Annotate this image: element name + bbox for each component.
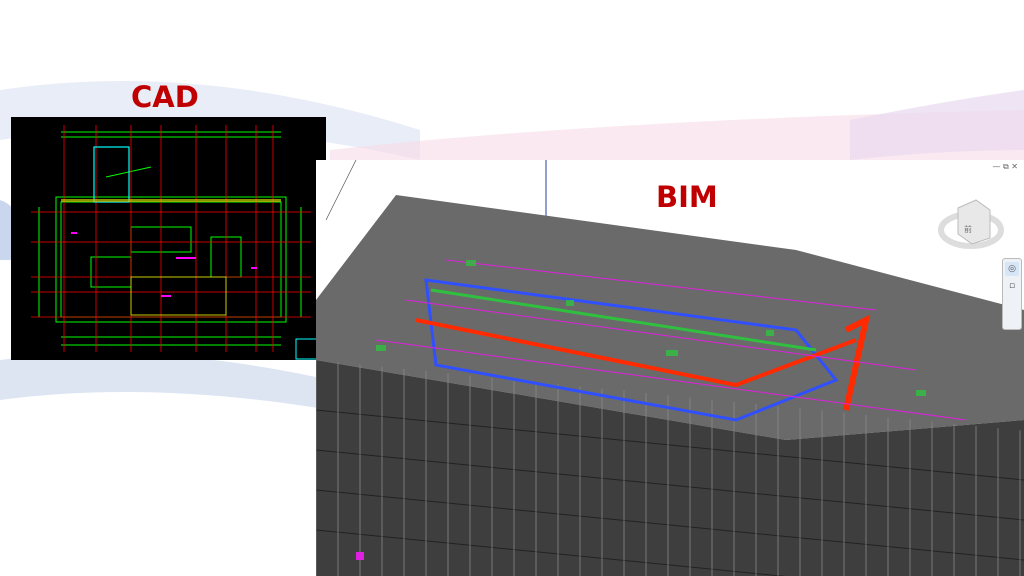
cad-floor-plan-image <box>11 117 326 360</box>
bim-label: BIM <box>656 180 718 214</box>
minimize-button[interactable]: — <box>992 162 1000 171</box>
bim-building-model: 前 <box>316 160 1024 576</box>
steering-wheel-icon[interactable]: ◎ <box>1005 262 1019 276</box>
close-button[interactable]: ✕ <box>1011 162 1018 171</box>
navigation-bar[interactable]: ◎ ▫ <box>1002 258 1022 330</box>
window-controls[interactable]: — ⧉ ✕ <box>992 162 1018 172</box>
bim-3d-model-viewer[interactable]: 前 — ⧉ ✕ ◎ ▫ <box>316 160 1024 576</box>
viewcube-front-face: 前 <box>964 224 972 234</box>
cad-label: CAD <box>131 80 199 114</box>
restore-button[interactable]: ⧉ <box>1003 162 1009 171</box>
viewcube[interactable]: 前 <box>938 199 1004 249</box>
zoom-icon[interactable]: ▫ <box>1005 279 1019 293</box>
